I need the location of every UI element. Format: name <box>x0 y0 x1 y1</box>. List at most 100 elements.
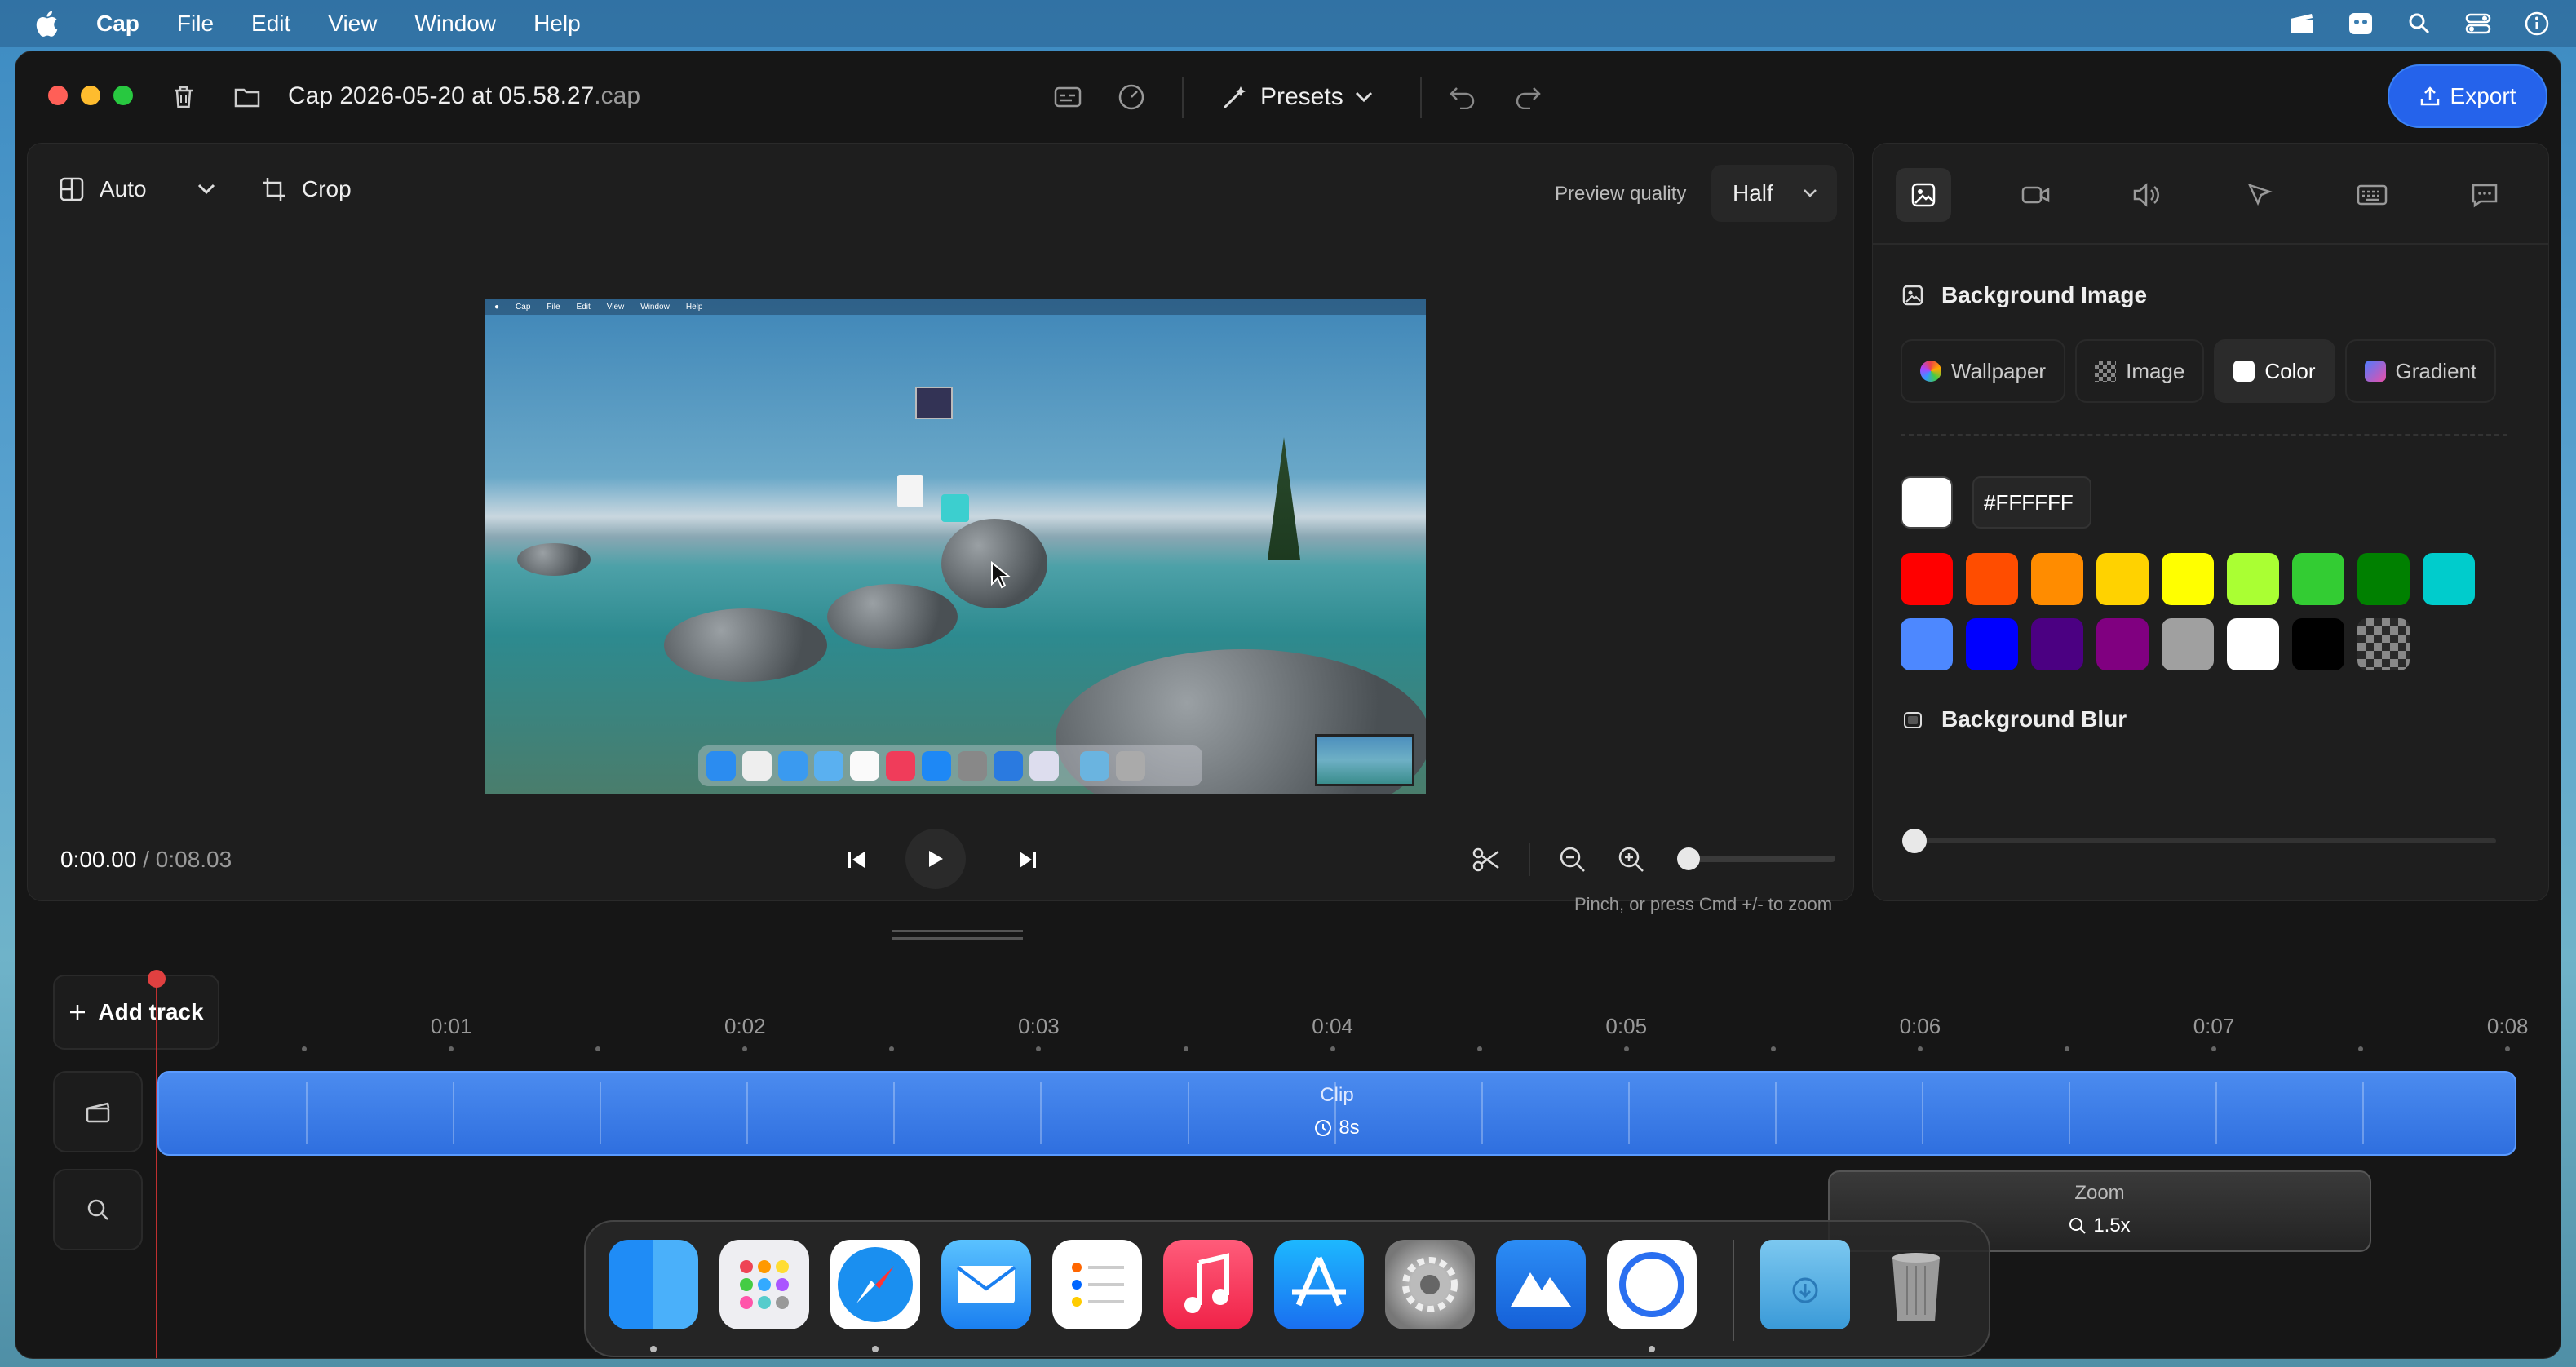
color-swatch[interactable] <box>2227 553 2279 605</box>
project-name: Cap 2026-05-20 at 05.58.27 <box>288 82 595 109</box>
menu-view[interactable]: View <box>328 11 377 37</box>
clip-segment[interactable]: Clip 8s <box>157 1071 2516 1156</box>
project-title: Cap 2026-05-20 at 05.58.27.cap <box>288 82 640 110</box>
tab-keyboard[interactable] <box>2344 168 2400 222</box>
timeline-zoom-slider[interactable] <box>1677 847 1835 870</box>
current-color-swatch[interactable] <box>1901 476 1953 529</box>
background-blur-slider-knob[interactable] <box>1902 829 1927 853</box>
export-button[interactable]: Export <box>2388 64 2547 128</box>
app-store-icon[interactable] <box>1274 1240 1364 1329</box>
hex-color-input[interactable]: #FFFFFF <box>1972 476 2091 529</box>
bg-tab-wallpaper[interactable]: Wallpaper <box>1901 339 2066 403</box>
color-swatch[interactable] <box>2031 618 2083 670</box>
playhead-handle[interactable] <box>148 970 166 988</box>
skip-forward-button[interactable] <box>1011 843 1044 876</box>
play-button[interactable] <box>905 829 966 889</box>
tab-cursor[interactable] <box>2232 168 2287 222</box>
clapperboard-icon <box>86 1102 110 1123</box>
menu-edit[interactable]: Edit <box>251 11 290 37</box>
cap-app-icon[interactable] <box>1607 1240 1697 1329</box>
downloads-folder-icon[interactable] <box>1760 1240 1850 1329</box>
bg-tab-image[interactable]: Image <box>2075 339 2205 403</box>
color-swatch[interactable] <box>1966 553 2018 605</box>
color-swatch[interactable] <box>1901 553 1953 605</box>
color-swatch[interactable] <box>2292 618 2344 670</box>
preview-dock-icon <box>778 751 808 781</box>
video-preview[interactable]: ● Cap File Edit View Window Help <box>485 299 1426 794</box>
bg-tab-color[interactable]: Color <box>2214 339 2335 403</box>
color-swatch[interactable] <box>1966 618 2018 670</box>
split-button[interactable] <box>1468 842 1504 878</box>
tab-background[interactable] <box>1896 168 1951 222</box>
color-swatch[interactable] <box>2162 618 2214 670</box>
mountain-app-icon[interactable] <box>1496 1240 1586 1329</box>
zoom-in-button[interactable] <box>1615 843 1648 876</box>
info-icon[interactable] <box>2522 11 2552 36</box>
menu-window[interactable]: Window <box>414 11 496 37</box>
delete-button[interactable] <box>167 81 200 113</box>
skip-back-button[interactable] <box>840 843 873 876</box>
performance-button[interactable] <box>1115 81 1148 113</box>
tab-audio[interactable] <box>2119 168 2175 222</box>
bg-tab-gradient[interactable]: Gradient <box>2344 339 2497 403</box>
add-track-button[interactable]: Add track <box>53 975 219 1050</box>
clip-duration: 8s <box>159 1117 2515 1139</box>
minimize-window-button[interactable] <box>81 86 100 105</box>
color-swatch[interactable] <box>2031 553 2083 605</box>
undo-button[interactable] <box>1445 81 1481 113</box>
cap-status-icon[interactable] <box>2346 11 2375 36</box>
color-swatch[interactable] <box>2292 553 2344 605</box>
time-tick-mark <box>449 1046 454 1051</box>
menu-app-name[interactable]: Cap <box>96 11 139 37</box>
plus-icon <box>70 1005 86 1020</box>
menu-file[interactable]: File <box>177 11 214 37</box>
color-swatch[interactable] <box>2227 618 2279 670</box>
chevron-down-icon <box>197 184 215 195</box>
open-folder-button[interactable] <box>231 81 263 113</box>
background-image-section-title: Background Image <box>1902 282 2147 308</box>
presets-dropdown[interactable]: Presets <box>1221 76 1373 118</box>
preview-thumbnail <box>1315 734 1414 786</box>
menu-help[interactable]: Help <box>533 11 581 37</box>
safari-icon[interactable] <box>830 1240 920 1329</box>
color-swatch[interactable] <box>2423 553 2475 605</box>
color-swatch[interactable] <box>2162 553 2214 605</box>
mail-icon[interactable] <box>941 1240 1031 1329</box>
preview-menu-bar: ● Cap File Edit View Window Help <box>485 299 1426 315</box>
clip-track-button[interactable] <box>53 1071 143 1152</box>
preview-quality-select[interactable]: Half <box>1711 165 1837 222</box>
tab-camera[interactable] <box>2008 168 2064 222</box>
time-tick-mark <box>1623 1046 1629 1051</box>
timeline-zoom-slider-knob[interactable] <box>1677 847 1700 870</box>
zoom-out-button[interactable] <box>1556 843 1589 876</box>
crop-button[interactable]: Crop <box>261 176 352 202</box>
apple-logo-icon[interactable] <box>34 10 59 38</box>
zoom-window-button[interactable] <box>113 86 133 105</box>
color-swatch[interactable] <box>2096 618 2149 670</box>
search-icon[interactable] <box>2405 11 2434 36</box>
system-settings-icon[interactable] <box>1385 1240 1475 1329</box>
trash-icon[interactable] <box>1871 1240 1961 1329</box>
captions-button[interactable] <box>1051 81 1084 113</box>
color-swatch[interactable] <box>2357 553 2410 605</box>
control-center-icon[interactable] <box>2463 11 2493 36</box>
music-icon[interactable] <box>1163 1240 1253 1329</box>
color-swatch[interactable] <box>1901 618 1953 670</box>
zoom-track-button[interactable] <box>53 1169 143 1250</box>
aspect-ratio-dropdown[interactable]: Auto <box>59 176 215 202</box>
toolbar-divider <box>1420 77 1422 118</box>
time-tick-label: 0:02 <box>724 1014 766 1038</box>
zoom-amount: 1.5x <box>2093 1214 2131 1236</box>
color-swatch[interactable] <box>2357 618 2410 670</box>
background-blur-slider[interactable] <box>1902 829 2496 853</box>
reminders-icon[interactable] <box>1052 1240 1142 1329</box>
finder-icon[interactable] <box>609 1240 698 1329</box>
tab-captions[interactable] <box>2457 168 2512 222</box>
clapperboard-icon[interactable] <box>2287 11 2317 36</box>
playhead[interactable] <box>156 978 157 1358</box>
close-window-button[interactable] <box>48 86 68 105</box>
redo-button[interactable] <box>1510 81 1546 113</box>
color-swatch[interactable] <box>2096 553 2149 605</box>
cursor-icon <box>991 561 1011 589</box>
launchpad-icon[interactable] <box>719 1240 809 1329</box>
